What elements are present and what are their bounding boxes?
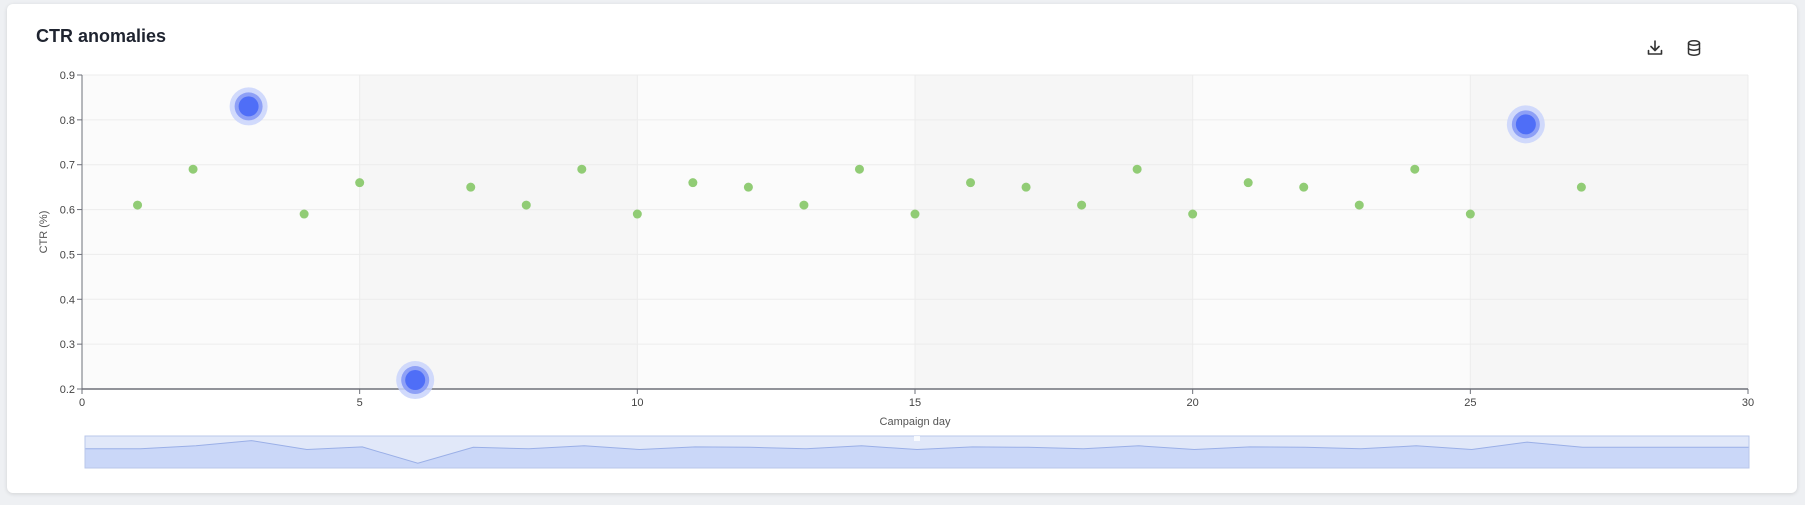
x-tick-label: 10 bbox=[631, 397, 643, 409]
data-point bbox=[466, 182, 476, 192]
data-point bbox=[188, 164, 198, 174]
data-point bbox=[1077, 200, 1087, 210]
data-point bbox=[632, 209, 642, 219]
x-tick-label: 5 bbox=[357, 397, 363, 409]
x-axis-ticks: 0 5 10 15 20 25 30 bbox=[79, 389, 1754, 409]
x-axis-label: Campaign day bbox=[880, 416, 951, 428]
x-tick-label: 0 bbox=[79, 397, 85, 409]
data-point bbox=[688, 178, 698, 188]
y-tick-label: 0.5 bbox=[60, 249, 75, 261]
y-tick-label: 0.3 bbox=[60, 339, 75, 351]
x-tick-label: 25 bbox=[1464, 397, 1476, 409]
grid-band bbox=[1192, 75, 1471, 389]
grid-band bbox=[82, 75, 360, 389]
data-point bbox=[910, 209, 920, 219]
data-point bbox=[799, 200, 809, 210]
grid-band bbox=[915, 75, 1193, 389]
data-point bbox=[1243, 178, 1253, 188]
data-point bbox=[854, 164, 864, 174]
y-tick-label: 0.8 bbox=[60, 115, 75, 127]
data-point bbox=[521, 200, 531, 210]
anomaly-point bbox=[1515, 114, 1536, 135]
data-point bbox=[1299, 182, 1309, 192]
y-tick-label: 0.4 bbox=[60, 294, 75, 306]
data-point bbox=[1354, 200, 1364, 210]
data-point bbox=[1576, 182, 1586, 192]
data-point bbox=[299, 209, 309, 219]
data-point bbox=[966, 178, 976, 188]
data-point bbox=[1188, 209, 1198, 219]
y-tick-label: 0.9 bbox=[60, 70, 75, 82]
x-tick-label: 20 bbox=[1187, 397, 1199, 409]
data-zoom-slider bbox=[84, 435, 1750, 469]
anomaly-point bbox=[405, 370, 426, 391]
y-tick-label: 0.6 bbox=[60, 205, 75, 217]
data-point bbox=[133, 200, 143, 210]
data-point bbox=[1021, 182, 1031, 192]
anomaly-point bbox=[238, 96, 259, 117]
data-point bbox=[1465, 209, 1475, 219]
y-axis-label: CTR (%) bbox=[38, 211, 50, 254]
data-point bbox=[1410, 164, 1420, 174]
data-point bbox=[1132, 164, 1142, 174]
x-tick-label: 30 bbox=[1742, 397, 1754, 409]
data-point bbox=[577, 164, 587, 174]
scatter-chart: 0.2 0.3 0.4 0.5 0.6 0.7 0.8 0.9 0 5 10 15 20 25 30 CT… bbox=[38, 70, 1754, 469]
y-tick-label: 0.7 bbox=[60, 160, 75, 172]
grid-band bbox=[359, 75, 638, 389]
y-tick-label: 0.2 bbox=[60, 384, 75, 396]
data-point bbox=[355, 178, 365, 188]
x-tick-label: 15 bbox=[909, 397, 921, 409]
zoom-move-handle[interactable] bbox=[914, 436, 920, 441]
data-point bbox=[743, 182, 753, 192]
grid-band bbox=[637, 75, 915, 389]
y-axis-ticks: 0.2 0.3 0.4 0.5 0.6 0.7 0.8 0.9 bbox=[60, 70, 82, 396]
